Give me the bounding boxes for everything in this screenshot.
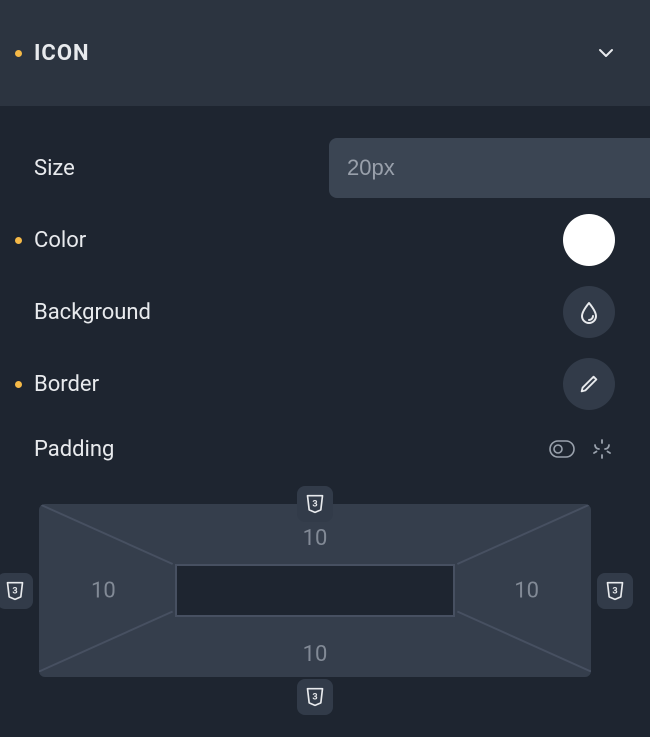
padding-inner-box bbox=[177, 566, 453, 615]
background-color-button[interactable] bbox=[563, 286, 615, 338]
modified-dot-icon bbox=[15, 237, 22, 244]
section-header[interactable]: ICON bbox=[0, 0, 650, 106]
color-swatch[interactable] bbox=[563, 214, 615, 266]
border-edit-button[interactable] bbox=[563, 358, 615, 410]
svg-text:3: 3 bbox=[612, 586, 617, 596]
modified-dot-icon bbox=[15, 50, 22, 57]
svg-text:3: 3 bbox=[12, 586, 17, 596]
section-header-left: ICON bbox=[15, 41, 90, 66]
padding-toggle-button[interactable] bbox=[549, 436, 575, 462]
pencil-icon bbox=[578, 373, 600, 395]
css3-icon: 3 bbox=[305, 686, 325, 708]
size-label: Size bbox=[34, 156, 75, 181]
color-label: Color bbox=[34, 228, 86, 253]
modified-dot-icon bbox=[15, 381, 22, 388]
border-label: Border bbox=[34, 372, 99, 397]
droplet-icon bbox=[577, 300, 601, 324]
size-row: Size 3 bbox=[15, 132, 615, 204]
css-override-bottom[interactable]: 3 bbox=[297, 679, 333, 715]
color-row: Color bbox=[15, 204, 615, 276]
section-body: Size 3 Color Background bbox=[0, 106, 650, 737]
padding-editor: 10 10 10 10 3 3 3 3 bbox=[15, 504, 615, 737]
padding-row: Padding bbox=[15, 420, 615, 478]
css3-icon: 3 bbox=[5, 580, 25, 602]
background-row: Background bbox=[15, 276, 615, 348]
css3-icon: 3 bbox=[305, 493, 325, 515]
padding-right-input[interactable]: 10 bbox=[514, 578, 539, 603]
css-override-left[interactable]: 3 bbox=[0, 573, 33, 609]
padding-bottom-input[interactable]: 10 bbox=[303, 642, 328, 667]
css-override-right[interactable]: 3 bbox=[597, 573, 633, 609]
padding-top-input[interactable]: 10 bbox=[303, 526, 328, 551]
toggle-icon bbox=[549, 440, 575, 458]
size-input[interactable] bbox=[329, 138, 650, 198]
svg-text:3: 3 bbox=[312, 693, 317, 703]
section-title: ICON bbox=[34, 41, 90, 66]
padding-options bbox=[549, 436, 615, 462]
padding-box: 10 10 10 10 bbox=[39, 504, 591, 677]
padding-label: Padding bbox=[34, 437, 114, 462]
unlink-icon bbox=[590, 437, 614, 461]
css-override-top[interactable]: 3 bbox=[297, 486, 333, 522]
padding-left-input[interactable]: 10 bbox=[91, 578, 116, 603]
padding-unlink-button[interactable] bbox=[589, 436, 615, 462]
border-row: Border bbox=[15, 348, 615, 420]
css3-icon: 3 bbox=[605, 580, 625, 602]
background-label: Background bbox=[34, 300, 151, 325]
svg-text:3: 3 bbox=[312, 500, 317, 510]
chevron-down-icon[interactable] bbox=[592, 39, 620, 67]
size-input-group: 3 bbox=[329, 138, 615, 198]
